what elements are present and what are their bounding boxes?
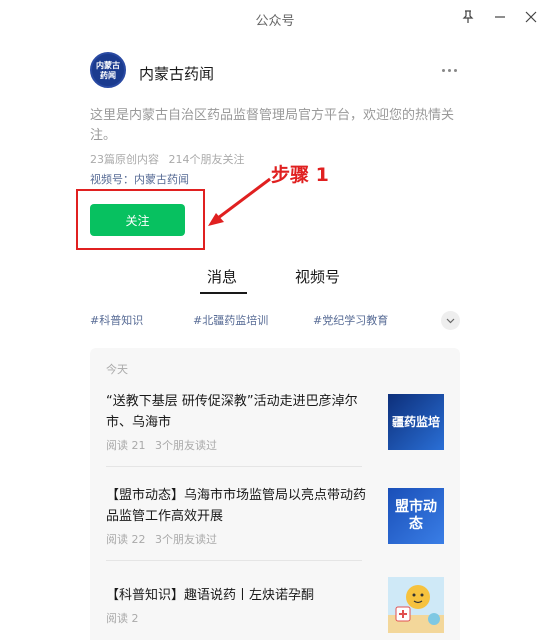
cartoon-illustration-icon xyxy=(388,585,444,633)
tab-video-channel[interactable]: 视频号 xyxy=(295,266,340,287)
video-channel-link[interactable]: 视频号：内蒙古药闻 xyxy=(90,171,189,187)
thumbnail-caption: 疆药监培 xyxy=(391,414,440,429)
article-reads: 阅读 2 xyxy=(106,612,139,625)
article-title: “送教下基层 研传促深教”活动走进巴彦淖尔市、乌海市 xyxy=(106,394,358,430)
article-friends-read: 3个朋友读过 xyxy=(155,439,217,452)
avatar-text-line-1: 内蒙古 xyxy=(96,60,120,70)
thumbnail-caption: 盟市动态 xyxy=(395,499,437,532)
article-feed: 今天 “送教下基层 研传促深教”活动走进巴彦淖尔市、乌海市 阅读 21 3个朋友… xyxy=(90,348,460,640)
content-tabs: 消息 视频号 xyxy=(0,266,550,294)
article-thumbnail xyxy=(388,577,444,633)
tag-training[interactable]: #北疆药监培训 xyxy=(193,312,268,328)
divider xyxy=(106,560,362,561)
close-icon[interactable] xyxy=(518,4,544,30)
chevron-down-icon[interactable] xyxy=(441,311,460,330)
tag-science[interactable]: #科普知识 xyxy=(90,312,143,328)
divider xyxy=(106,466,362,467)
account-description: 这里是内蒙古自治区药品监督管理局官方平台，欢迎您的热情关注。 xyxy=(90,108,455,143)
article-reads: 阅读 21 xyxy=(106,439,146,452)
more-icon[interactable] xyxy=(437,62,461,78)
annotation-arrow-icon xyxy=(208,177,271,226)
day-label: 今天 xyxy=(106,363,128,376)
article-meta: 阅读 21 3个朋友读过 xyxy=(106,437,217,453)
article-thumbnail: 盟市动态 xyxy=(388,488,444,544)
title-bar: 公众号 xyxy=(0,0,550,36)
friends-following: 214个朋友关注 xyxy=(168,153,245,166)
article-thumbnail: 疆药监培 xyxy=(388,394,444,450)
follow-button[interactable]: 关注 xyxy=(90,204,185,236)
article-title: 【科普知识】趣语说药丨左炔诺孕酮 xyxy=(106,588,315,603)
article-meta: 阅读 2 xyxy=(106,610,139,626)
article-friends-read: 3个朋友读过 xyxy=(155,533,217,546)
pin-icon[interactable] xyxy=(455,4,481,30)
original-count: 23篇原创内容 xyxy=(90,153,159,166)
topic-tags: #科普知识 #北疆药监培训 #党纪学习教育 xyxy=(90,311,465,331)
avatar-text-line-2: 药闻 xyxy=(100,70,116,80)
account-stats: 23篇原创内容 214个朋友关注 xyxy=(90,151,245,167)
tag-party-study[interactable]: #党纪学习教育 xyxy=(313,312,388,328)
article-title: 【盟市动态】乌海市市场监管局以亮点带动药品监管工作高效开展 xyxy=(106,488,367,524)
active-tab-indicator xyxy=(200,292,247,294)
tab-messages[interactable]: 消息 xyxy=(207,266,237,287)
account-name: 内蒙古药闻 xyxy=(139,65,215,83)
avatar[interactable]: 内蒙古 药闻 xyxy=(90,52,126,88)
article-meta: 阅读 22 3个朋友读过 xyxy=(106,531,217,547)
minimize-icon[interactable] xyxy=(487,4,513,30)
article-reads: 阅读 22 xyxy=(106,533,146,546)
